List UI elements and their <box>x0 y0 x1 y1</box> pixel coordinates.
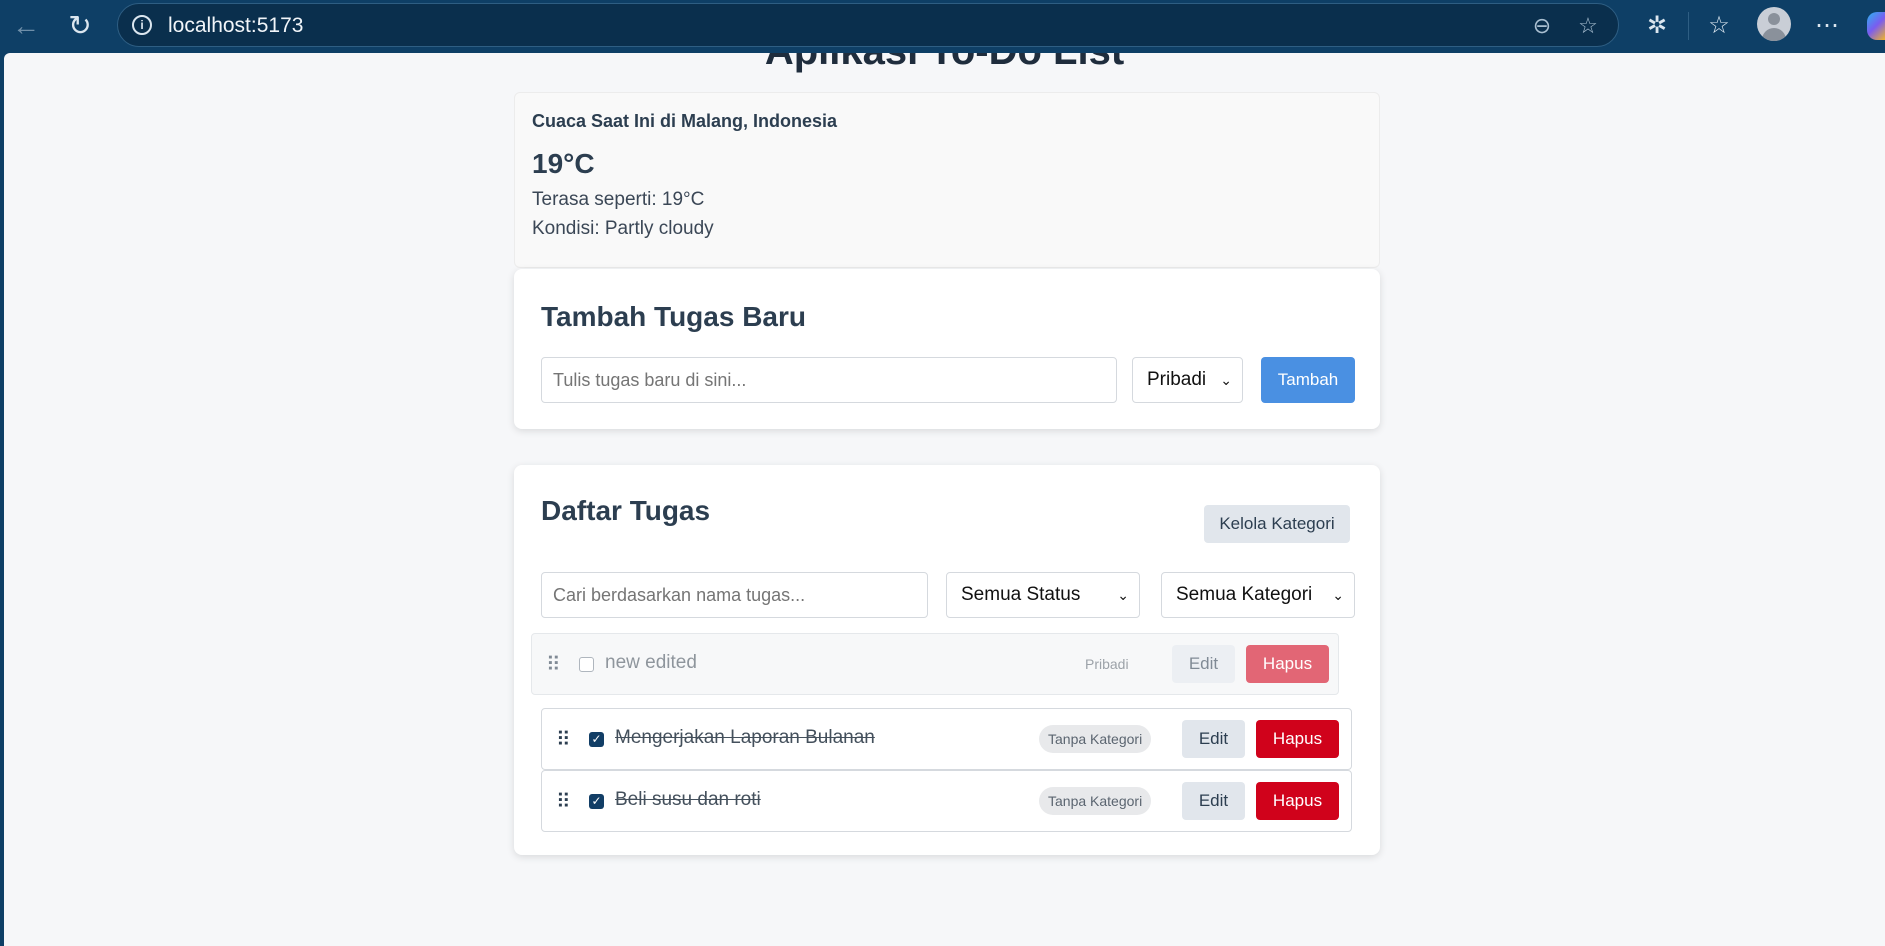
weather-feels-like: Terasa seperti: 19°C <box>532 189 705 210</box>
manage-categories-button[interactable]: Kelola Kategori <box>1204 505 1350 543</box>
avatar-body-shape <box>1762 28 1786 41</box>
drag-handle-icon[interactable]: ⠿ <box>556 789 571 814</box>
page-title: Aplikasi To-Do List <box>4 53 1885 74</box>
chevron-down-icon: ⌄ <box>1332 587 1344 603</box>
drag-handle-icon[interactable]: ⠿ <box>546 652 561 677</box>
weather-condition: Kondisi: Partly cloudy <box>532 218 714 239</box>
task-title: Beli susu dan roti <box>615 789 761 810</box>
back-arrow-icon[interactable]: ← <box>8 8 44 44</box>
chevron-down-icon: ⌄ <box>1117 587 1129 603</box>
edit-button[interactable]: Edit <box>1172 645 1235 683</box>
copilot-icon[interactable] <box>1867 12 1885 40</box>
delete-button[interactable]: Hapus <box>1256 782 1339 820</box>
add-task-card: Tambah Tugas Baru Pribadi ⌄ Tambah <box>514 269 1380 429</box>
favorites-icon[interactable]: ☆ <box>1701 8 1737 44</box>
url-text[interactable]: localhost:5173 <box>168 14 303 38</box>
task-item[interactable]: ⠿ ✓ Mengerjakan Laporan Bulanan Tanpa Ka… <box>541 708 1352 770</box>
category-filter-value: Semua Kategori <box>1176 584 1313 605</box>
task-title: Mengerjakan Laporan Bulanan <box>615 727 875 748</box>
weather-temperature: 19°C <box>532 148 595 179</box>
task-checkbox[interactable]: ✓ <box>589 794 604 809</box>
dragging-task-item[interactable]: ⠿ new edited Pribadi Edit Hapus <box>531 633 1339 695</box>
add-task-heading: Tambah Tugas Baru <box>541 301 807 332</box>
weather-widget: Cuaca Saat Ini di Malang, Indonesia 19°C… <box>514 92 1380 268</box>
task-list-card: Daftar Tugas Kelola Kategori Semua Statu… <box>514 465 1380 855</box>
page-viewport: Aplikasi To-Do List Cuaca Saat Ini di Ma… <box>4 53 1885 946</box>
delete-button[interactable]: Hapus <box>1256 720 1339 758</box>
status-filter-value: Semua Status <box>961 584 1081 605</box>
drag-handle-icon[interactable]: ⠿ <box>556 727 571 752</box>
site-info-icon[interactable]: i <box>132 15 152 35</box>
reload-icon[interactable]: ↻ <box>62 8 98 44</box>
category-filter-select[interactable]: Semua Kategori ⌄ <box>1161 572 1355 618</box>
toolbar-divider <box>1688 12 1689 40</box>
task-category-badge: Tanpa Kategori <box>1039 725 1152 753</box>
chevron-down-icon: ⌄ <box>1220 372 1232 388</box>
address-bar[interactable]: i localhost:5173 ⊖ ☆ <box>117 3 1619 47</box>
task-list-heading: Daftar Tugas <box>541 495 711 526</box>
edit-button[interactable]: Edit <box>1182 782 1245 820</box>
task-category-badge: Pribadi <box>1085 656 1129 672</box>
task-category-badge: Tanpa Kategori <box>1039 787 1152 815</box>
task-checkbox[interactable]: ✓ <box>589 732 604 747</box>
search-input[interactable] <box>541 572 928 618</box>
profile-avatar[interactable] <box>1757 7 1791 41</box>
task-category-value: Pribadi <box>1147 369 1207 390</box>
task-item[interactable]: ⠿ ✓ Beli susu dan roti Tanpa Kategori Ed… <box>541 770 1352 832</box>
zoom-out-icon[interactable]: ⊖ <box>1528 12 1556 40</box>
edit-button[interactable]: Edit <box>1182 720 1245 758</box>
avatar-head-shape <box>1768 13 1780 25</box>
status-filter-select[interactable]: Semua Status ⌄ <box>946 572 1140 618</box>
task-category-select[interactable]: Pribadi ⌄ <box>1132 357 1243 403</box>
task-checkbox[interactable] <box>579 657 594 672</box>
browser-toolbar: ← ↻ i localhost:5173 ⊖ ☆ ✲ ☆ ⋯ <box>0 0 1885 53</box>
extensions-icon[interactable]: ✲ <box>1639 8 1675 44</box>
weather-title: Cuaca Saat Ini di Malang, Indonesia <box>532 111 838 131</box>
new-task-input[interactable] <box>541 357 1117 403</box>
more-menu-icon[interactable]: ⋯ <box>1809 8 1845 44</box>
task-title: new edited <box>605 652 697 673</box>
add-task-button[interactable]: Tambah <box>1261 357 1355 403</box>
favorite-star-icon[interactable]: ☆ <box>1574 12 1602 40</box>
delete-button[interactable]: Hapus <box>1246 645 1329 683</box>
